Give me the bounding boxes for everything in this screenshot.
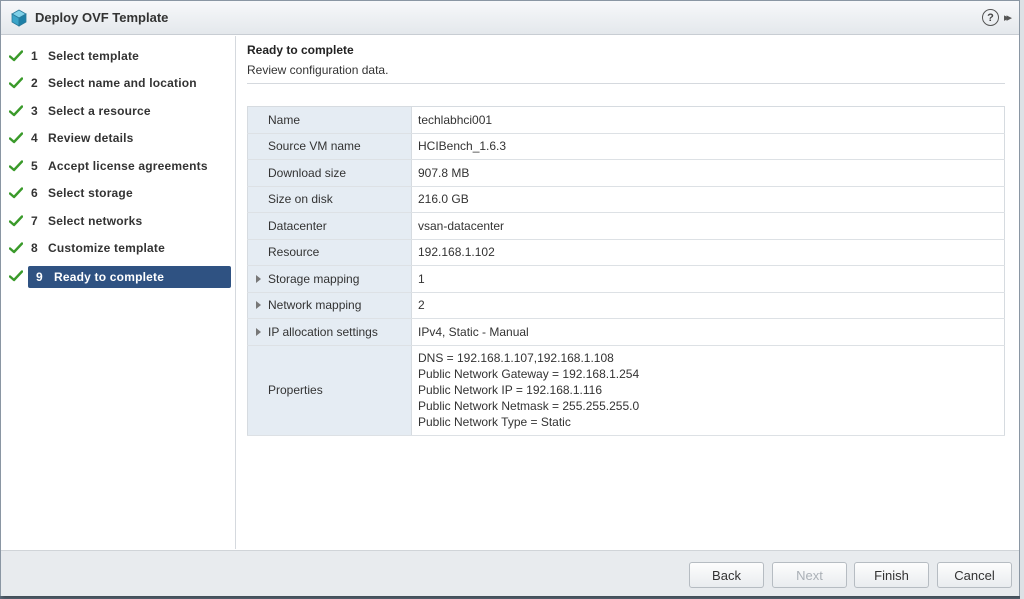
- row-key: Resource: [268, 245, 320, 260]
- step-label: Select networks: [48, 214, 143, 228]
- title-bar[interactable]: Deploy OVF Template ? ▸▸: [1, 1, 1019, 35]
- step-number: 6: [31, 186, 38, 200]
- help-icon[interactable]: ?: [981, 9, 999, 26]
- step-number: 2: [31, 76, 38, 90]
- row-value: 2: [411, 292, 1005, 319]
- checkmark-icon: [9, 215, 27, 227]
- step-number: 7: [31, 214, 38, 228]
- row-key: Storage mapping: [268, 271, 360, 286]
- page-title: Ready to complete: [247, 43, 354, 57]
- main-content: Ready to complete Review configuration d…: [237, 36, 1019, 549]
- table-row: Name techlabhci001: [247, 106, 1005, 134]
- footer: Back Next Finish Cancel: [1, 550, 1019, 596]
- property-line: Public Network IP = 192.168.1.116: [418, 383, 603, 397]
- checkmark-icon: [9, 187, 27, 199]
- row-value: 907.8 MB: [411, 159, 1005, 187]
- table-row[interactable]: Network mapping 2: [247, 292, 1005, 319]
- checkmark-icon: [9, 77, 27, 89]
- step-number: 5: [31, 159, 38, 173]
- step-label: Accept license agreements: [48, 159, 208, 173]
- step-4[interactable]: 4 Review details: [6, 127, 232, 149]
- step-label: Select name and location: [48, 76, 197, 90]
- row-key: Network mapping: [268, 298, 362, 313]
- step-label: Review details: [48, 131, 134, 145]
- step-number: 1: [31, 49, 38, 63]
- row-value: 216.0 GB: [411, 186, 1005, 213]
- table-row[interactable]: IP allocation settings IPv4, Static - Man…: [247, 318, 1005, 346]
- step-number: 9: [36, 270, 43, 284]
- step-label: Ready to complete: [54, 270, 165, 284]
- checkmark-icon: [9, 132, 27, 144]
- window-title: Deploy OVF Template: [35, 10, 169, 25]
- checkmark-icon: [9, 160, 27, 172]
- step-1[interactable]: 1 Select template: [6, 45, 232, 67]
- expand-triangle-icon[interactable]: [256, 327, 261, 336]
- step-label: Customize template: [48, 241, 165, 255]
- step-8[interactable]: 8 Customize template: [6, 237, 232, 259]
- table-row: Size on disk 216.0 GB: [247, 186, 1005, 213]
- row-key: Download size: [268, 165, 347, 180]
- wizard-steps-sidebar: 1 Select template 2 Select name and locatio…: [1, 36, 236, 549]
- row-value: 1: [411, 265, 1005, 293]
- row-value: 192.168.1.102: [411, 239, 1005, 266]
- step-label: Select template: [48, 49, 140, 63]
- background-edge: [1020, 0, 1024, 599]
- table-row-properties: Properties DNS = 192.168.1.107,192.168.1.…: [247, 345, 1005, 436]
- property-line: Public Network Gateway = 192.168.1.254: [418, 367, 640, 381]
- step-3[interactable]: 3 Select a resource: [6, 100, 232, 122]
- ovf-template-icon: [11, 9, 27, 27]
- step-number: 8: [31, 241, 38, 255]
- finish-button[interactable]: Finish: [854, 562, 929, 588]
- table-row: Download size 907.8 MB: [247, 159, 1005, 187]
- review-table: Name techlabhci001 Source VM name HCIBench_…: [247, 106, 1005, 436]
- step-label: Select storage: [48, 186, 133, 200]
- page-subtitle: Review configuration data.: [247, 63, 389, 77]
- checkmark-icon: [9, 105, 27, 117]
- row-value: techlabhci001: [411, 106, 1005, 134]
- next-button[interactable]: Next: [772, 562, 847, 588]
- row-value: vsan-datacenter: [411, 212, 1005, 240]
- property-line: DNS = 192.168.1.107,192.168.1.108: [418, 351, 614, 365]
- row-key: Properties: [247, 345, 412, 436]
- checkmark-icon: [9, 50, 27, 62]
- row-key: Size on disk: [268, 192, 333, 207]
- expand-icon[interactable]: ▸▸: [1004, 11, 1013, 24]
- table-row: Resource 192.168.1.102: [247, 239, 1005, 266]
- property-line: Public Network Type = Static: [418, 415, 571, 429]
- table-row: Source VM name HCIBench_1.6.3: [247, 133, 1005, 160]
- checkmark-icon: [9, 242, 27, 254]
- cancel-button[interactable]: Cancel: [937, 562, 1012, 588]
- table-row[interactable]: Storage mapping 1: [247, 265, 1005, 293]
- deploy-ovf-dialog: Deploy OVF Template ? ▸▸ 1 Select templat…: [0, 0, 1020, 596]
- properties-values: DNS = 192.168.1.107,192.168.1.108 Public …: [411, 345, 1005, 436]
- step-6[interactable]: 6 Select storage: [6, 182, 232, 204]
- row-value: HCIBench_1.6.3: [411, 133, 1005, 160]
- table-row: Datacenter vsan-datacenter: [247, 212, 1005, 240]
- step-label: Select a resource: [48, 104, 151, 118]
- row-key: IP allocation settings: [268, 324, 378, 339]
- checkmark-icon: [8, 270, 27, 285]
- step-7[interactable]: 7 Select networks: [6, 210, 232, 232]
- row-key: Source VM name: [268, 139, 361, 154]
- step-5[interactable]: 5 Accept license agreements: [6, 155, 232, 177]
- step-number: 4: [31, 131, 38, 145]
- expand-triangle-icon[interactable]: [256, 274, 261, 283]
- property-line: Public Network Netmask = 255.255.255.0: [418, 399, 640, 413]
- step-9[interactable]: 9 Ready to complete: [28, 266, 231, 288]
- row-value: IPv4, Static - Manual: [411, 318, 1005, 346]
- row-key: Name: [268, 112, 301, 127]
- divider: [247, 83, 1005, 84]
- expand-triangle-icon[interactable]: [256, 301, 261, 310]
- row-key: Datacenter: [268, 218, 327, 233]
- step-2[interactable]: 2 Select name and location: [6, 72, 232, 94]
- back-button[interactable]: Back: [689, 562, 764, 588]
- step-number: 3: [31, 104, 38, 118]
